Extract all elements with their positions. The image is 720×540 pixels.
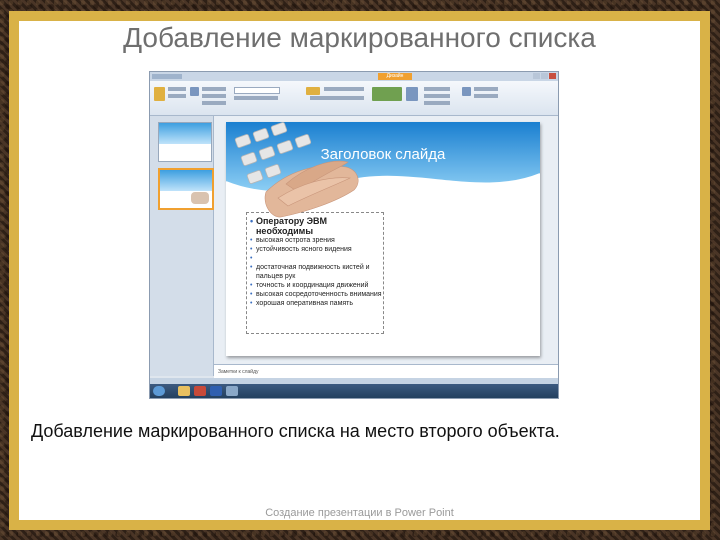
list-item	[250, 254, 382, 263]
word-taskbar-icon[interactable]	[210, 386, 222, 396]
slides-pane	[150, 116, 214, 376]
drawing-control[interactable]	[424, 87, 450, 91]
shapes-gallery-icon[interactable]	[372, 87, 402, 101]
notes-pane[interactable]: Заметки к слайду	[214, 364, 558, 378]
font-format-buttons[interactable]	[234, 96, 278, 100]
explorer-taskbar-icon[interactable]	[178, 386, 190, 396]
slide-thumbnail-1[interactable]	[158, 122, 212, 162]
font-name-field[interactable]	[234, 87, 280, 94]
slide-footer: Создание презентации в Power Point	[265, 507, 454, 519]
slide: Добавление маркированного списка Дизайн	[19, 21, 700, 520]
drawing-control[interactable]	[424, 94, 450, 98]
windows-taskbar	[150, 384, 558, 398]
slide-caption: Добавление маркированного списка на мест…	[31, 421, 560, 441]
find-icon[interactable]	[462, 87, 471, 96]
slide-thumbnail-2[interactable]	[158, 168, 214, 210]
editing-control[interactable]	[474, 87, 498, 91]
ribbon-control[interactable]	[168, 94, 186, 98]
quick-access-toolbar[interactable]	[152, 74, 182, 79]
list-item: высокая сосредоточенность внимания	[250, 290, 382, 299]
list-item: устойчивость ясного видения	[250, 245, 382, 254]
ribbon	[150, 81, 558, 116]
list-item: высокая острота зрения	[250, 236, 382, 245]
arrange-icon[interactable]	[406, 87, 418, 101]
ribbon-control[interactable]	[168, 87, 186, 91]
app-taskbar-icon[interactable]	[226, 386, 238, 396]
minimize-icon[interactable]	[533, 73, 540, 79]
window-titlebar: Дизайн	[150, 72, 558, 81]
keyboard-thumbnail-image	[191, 192, 209, 204]
section-control[interactable]	[202, 101, 226, 105]
start-button-icon[interactable]	[153, 386, 165, 396]
editing-control[interactable]	[474, 94, 498, 98]
slide-editing-area: Заголовок слайда Оператору ЭВМ необходим…	[214, 116, 558, 376]
maximize-icon[interactable]	[541, 73, 548, 79]
layout-control[interactable]	[202, 87, 226, 91]
close-icon[interactable]	[549, 73, 556, 79]
paragraph-control[interactable]	[324, 87, 364, 91]
list-item: точность и координация движений	[250, 281, 382, 290]
edited-slide: Заголовок слайда Оператору ЭВМ необходим…	[226, 122, 540, 356]
page-title: Добавление маркированного списка	[123, 22, 596, 53]
paste-icon[interactable]	[154, 87, 165, 101]
powerpoint-taskbar-icon[interactable]	[194, 386, 206, 396]
new-slide-icon[interactable]	[190, 87, 199, 96]
keyboard-image	[234, 122, 359, 218]
bullets-button-icon[interactable]	[306, 87, 320, 95]
reset-control[interactable]	[202, 94, 226, 98]
tab-design[interactable]: Дизайн	[378, 73, 412, 80]
drawing-control[interactable]	[424, 101, 450, 105]
powerpoint-screenshot: Дизайн Заголовок слайда • Оператору ЭВМ …	[149, 71, 559, 399]
list-item: достаточная подвижность кистей и пальцев…	[250, 263, 382, 281]
window-controls	[532, 73, 556, 80]
list-item: хорошая оперативная память	[250, 299, 382, 308]
alignment-control[interactable]	[310, 96, 364, 100]
